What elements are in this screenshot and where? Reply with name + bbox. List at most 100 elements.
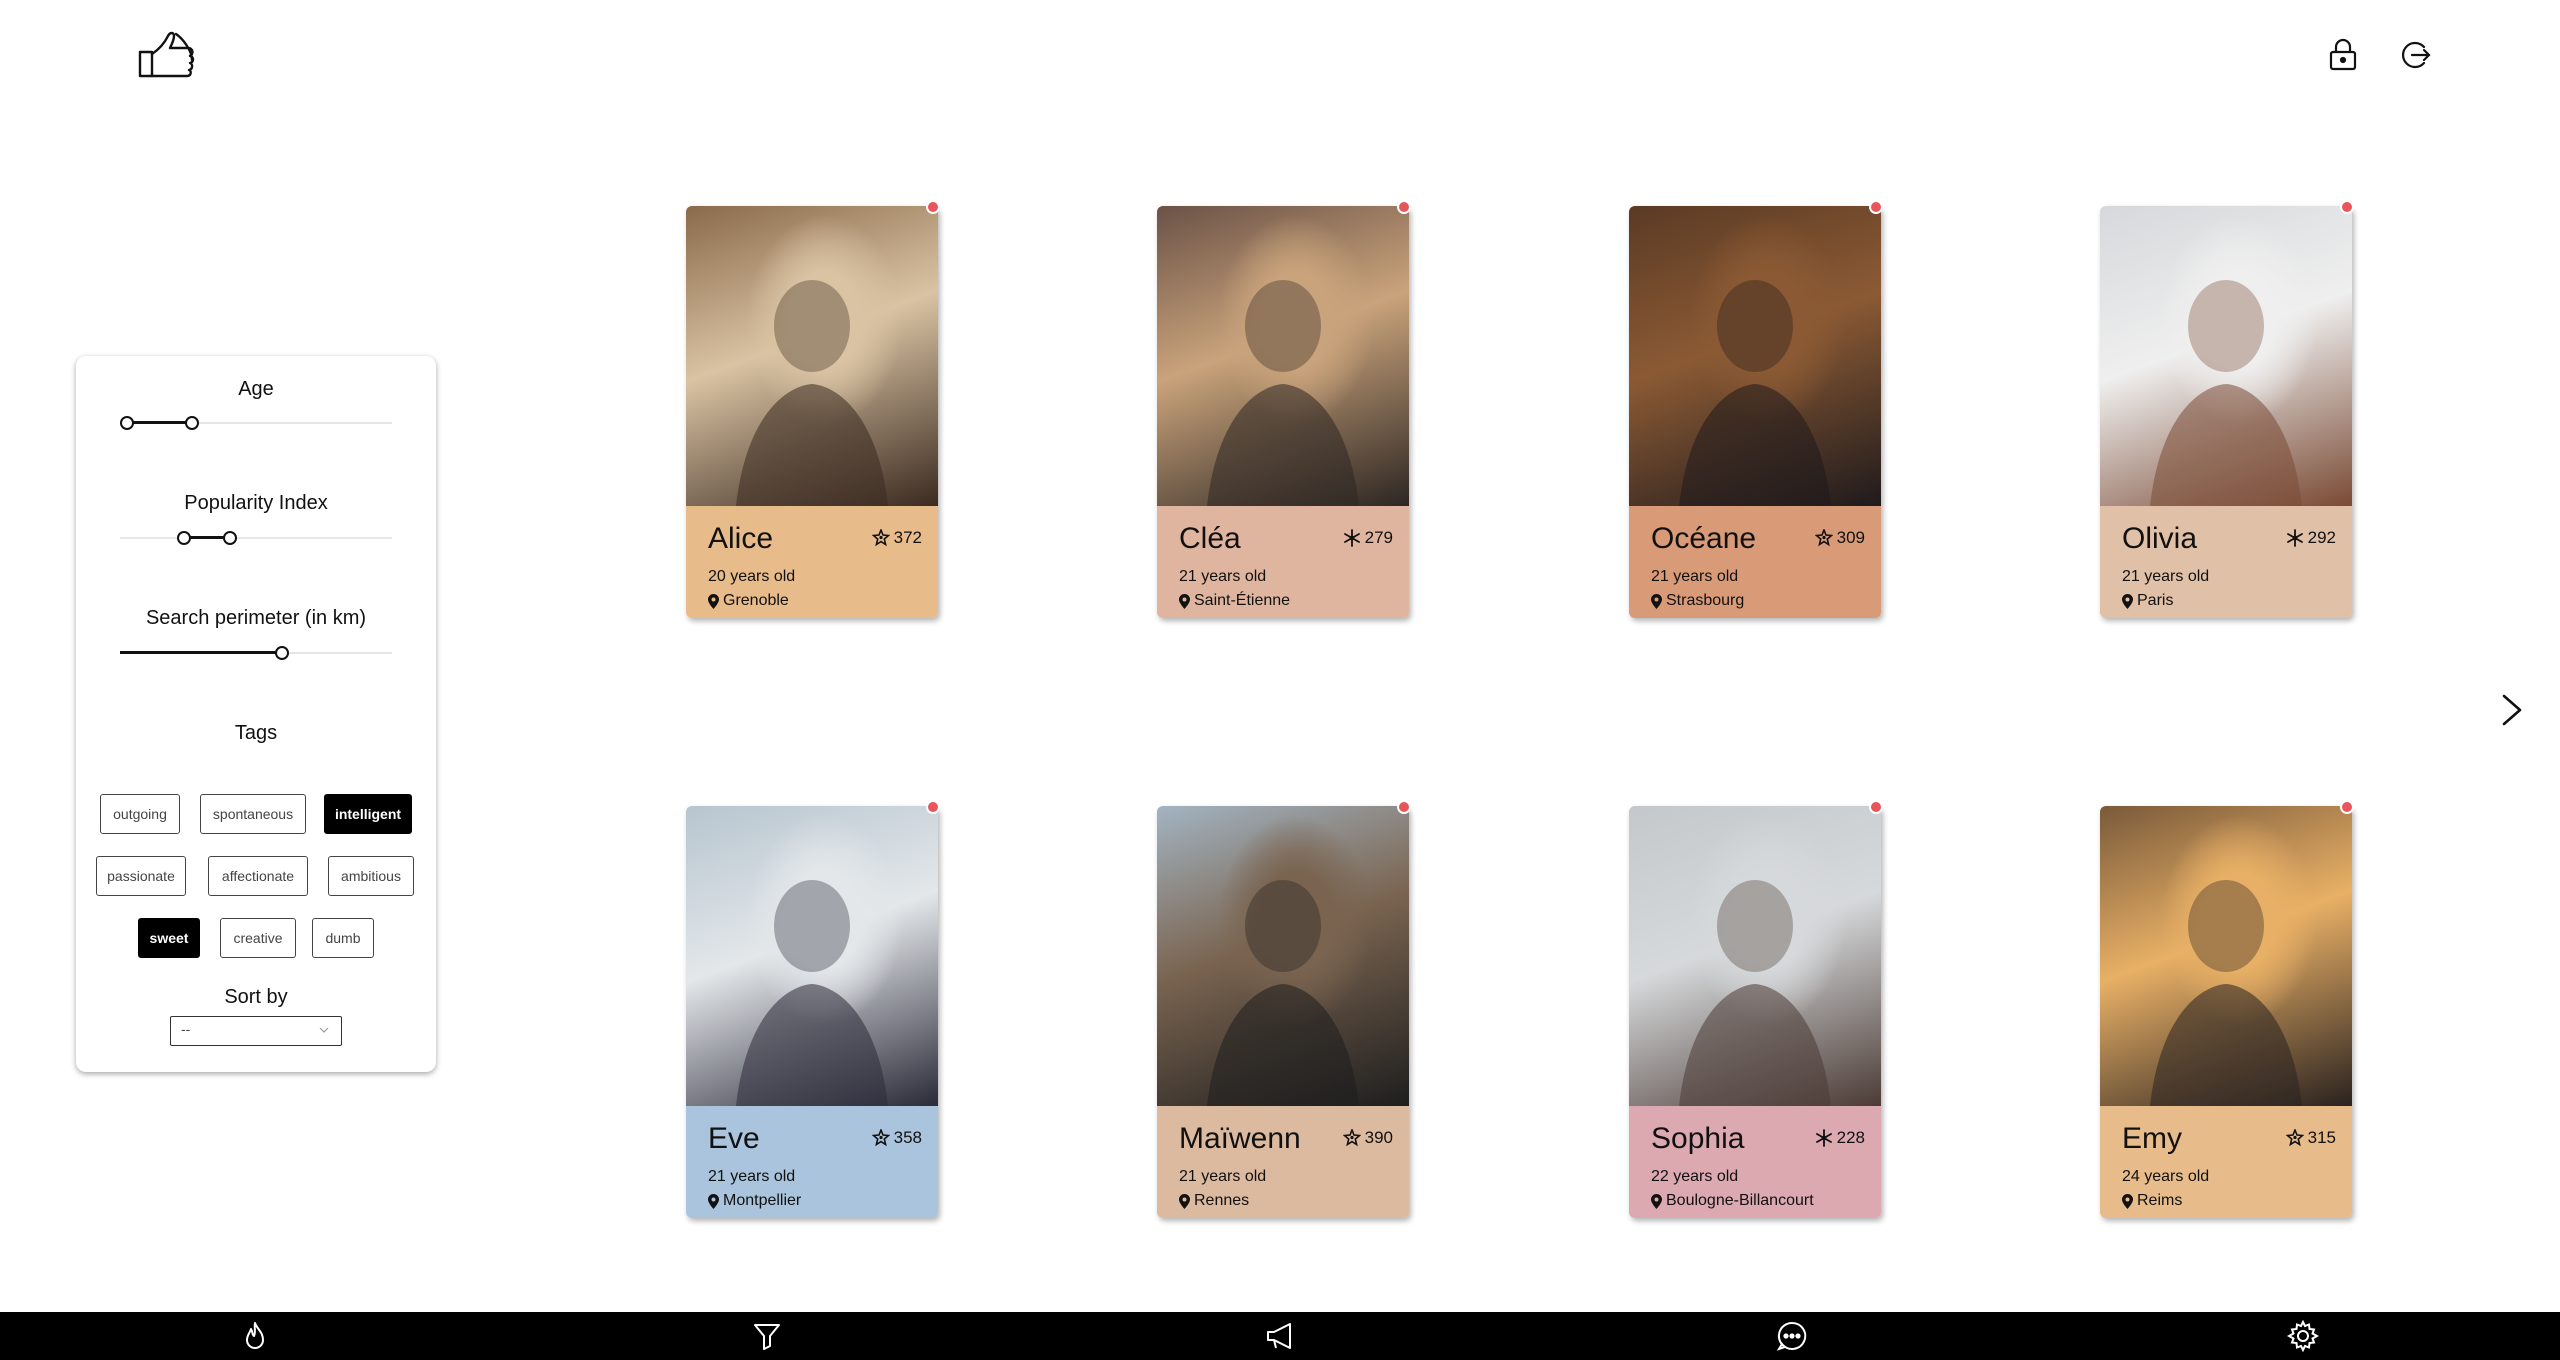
profile-city: Strasbourg — [1666, 592, 1745, 609]
popularity-slider-track — [120, 537, 392, 539]
profile-name: Emy — [2122, 1122, 2182, 1155]
gear-icon[interactable] — [2287, 1320, 2319, 1352]
popularity-score: 292 — [2286, 528, 2336, 548]
sort-select[interactable]: -- — [170, 1016, 342, 1046]
lock-icon[interactable] — [2326, 38, 2360, 72]
filter-panel: Age Popularity Index Search perimeter (i… — [76, 356, 436, 1072]
profile-location: Boulogne-Billancourt — [1651, 1192, 1814, 1210]
popularity-range-slider[interactable] — [120, 531, 392, 545]
popularity-value: 372 — [893, 528, 922, 547]
profile-card-océane[interactable]: Océane 309 21 years old Strasbourg — [1629, 200, 1883, 618]
profile-location: Paris — [2122, 592, 2173, 610]
tag-spontaneous[interactable]: spontaneous — [200, 794, 306, 834]
profile-photo — [686, 206, 938, 506]
profile-photo — [2100, 206, 2352, 506]
logout-icon[interactable] — [2398, 38, 2432, 72]
profile-info: Alice 372 20 years old Grenoble — [686, 506, 938, 618]
profile-info: Cléa 279 21 years old Saint-Étienne — [1157, 506, 1409, 618]
profile-location: Montpellier — [708, 1192, 801, 1210]
online-status-dot — [1869, 800, 1883, 814]
popularity-value: 358 — [893, 1128, 922, 1147]
popularity-value: 292 — [2307, 528, 2336, 547]
profile-info: Océane 309 21 years old Strasbourg — [1629, 506, 1881, 618]
perimeter-slider[interactable] — [120, 646, 392, 660]
age-min-thumb[interactable] — [120, 416, 134, 430]
star-person-icon — [1342, 1129, 1361, 1147]
map-pin-icon — [1651, 593, 1662, 609]
megaphone-icon[interactable] — [1264, 1320, 1296, 1352]
sort-select-value: -- — [181, 1021, 191, 1037]
profile-card-olivia[interactable]: Olivia 292 21 years old Paris — [2100, 200, 2354, 618]
star-person-icon — [2285, 1129, 2304, 1147]
perimeter-thumb[interactable] — [275, 646, 289, 660]
profile-photo — [1157, 206, 1409, 506]
profile-name: Olivia — [2122, 522, 2198, 555]
popularity-min-thumb[interactable] — [177, 531, 191, 545]
tag-outgoing[interactable]: outgoing — [100, 794, 180, 834]
profile-info: Sophia 228 22 years old Boulogne-Billanc… — [1629, 1106, 1881, 1218]
top-bar — [0, 0, 2560, 110]
profile-age: 21 years old — [1651, 568, 1739, 585]
profile-age: 24 years old — [2122, 1168, 2210, 1185]
profile-city: Paris — [2137, 592, 2174, 609]
star-person-icon — [871, 1129, 890, 1147]
chevron-right-icon[interactable] — [2494, 690, 2530, 730]
age-range-slider[interactable] — [120, 416, 392, 430]
tag-intelligent[interactable]: intelligent — [324, 794, 412, 834]
online-status-dot — [1869, 200, 1883, 214]
perimeter-label: Search perimeter (in km) — [145, 607, 367, 629]
profile-city: Boulogne-Billancourt — [1666, 1192, 1814, 1209]
profile-photo — [686, 806, 938, 1106]
profile-card-alice[interactable]: Alice 372 20 years old Grenoble — [686, 200, 940, 618]
map-pin-icon — [2122, 593, 2133, 609]
tag-dumb[interactable]: dumb — [312, 918, 374, 958]
tag-ambitious[interactable]: ambitious — [328, 856, 414, 896]
profile-card-emy[interactable]: Emy 315 24 years old Reims — [2100, 800, 2354, 1218]
profile-location: Saint-Étienne — [1179, 592, 1290, 610]
chat-bubble-icon[interactable] — [1776, 1320, 1808, 1352]
tag-sweet[interactable]: sweet — [138, 918, 200, 958]
tag-passionate[interactable]: passionate — [96, 856, 186, 896]
profile-city: Grenoble — [723, 592, 789, 609]
perimeter-slider-fill — [120, 651, 282, 654]
profile-location: Rennes — [1179, 1192, 1249, 1210]
filter-icon[interactable] — [751, 1320, 783, 1352]
profile-city: Rennes — [1194, 1192, 1250, 1209]
profile-name: Maïwenn — [1179, 1122, 1301, 1155]
map-pin-icon — [1179, 1193, 1190, 1209]
thumbs-up-hand-icon[interactable] — [136, 28, 200, 84]
map-pin-icon — [1651, 1193, 1662, 1209]
profile-info: Maïwenn 390 21 years old Rennes — [1157, 1106, 1409, 1218]
profile-info: Eve 358 21 years old Montpellier — [686, 1106, 938, 1218]
map-pin-icon — [708, 1193, 719, 1209]
profile-age: 21 years old — [2122, 568, 2210, 585]
profile-card-maïwenn[interactable]: Maïwenn 390 21 years old Rennes — [1157, 800, 1411, 1218]
profile-age: 21 years old — [1179, 568, 1267, 585]
online-status-dot — [1397, 800, 1411, 814]
popularity-max-thumb[interactable] — [223, 531, 237, 545]
online-status-dot — [926, 800, 940, 814]
popularity-value: 309 — [1836, 528, 1865, 547]
popularity-score: 372 — [871, 528, 922, 548]
profile-city: Reims — [2137, 1192, 2183, 1209]
popularity-score: 390 — [1342, 1128, 1393, 1148]
profile-card-sophia[interactable]: Sophia 228 22 years old Boulogne-Billanc… — [1629, 800, 1883, 1218]
profile-city: Saint-Étienne — [1194, 592, 1291, 609]
online-status-dot — [926, 200, 940, 214]
bottom-nav-bar — [0, 1312, 2560, 1360]
popularity-score: 358 — [871, 1128, 922, 1148]
profile-card-eve[interactable]: Eve 358 21 years old Montpellier — [686, 800, 940, 1218]
profile-location: Reims — [2122, 1192, 2182, 1210]
age-max-thumb[interactable] — [185, 416, 199, 430]
profile-photo — [1157, 806, 1409, 1106]
tag-creative[interactable]: creative — [220, 918, 296, 958]
profile-name: Sophia — [1651, 1122, 1745, 1155]
snowflake-icon — [2286, 529, 2303, 547]
tag-affectionate[interactable]: affectionate — [208, 856, 308, 896]
fire-icon[interactable] — [239, 1320, 271, 1352]
star-person-icon — [1814, 529, 1833, 547]
popularity-value: 390 — [1364, 1128, 1393, 1147]
profile-card-cléa[interactable]: Cléa 279 21 years old Saint-Étienne — [1157, 200, 1411, 618]
map-pin-icon — [708, 593, 719, 609]
profile-name: Cléa — [1179, 522, 1241, 555]
